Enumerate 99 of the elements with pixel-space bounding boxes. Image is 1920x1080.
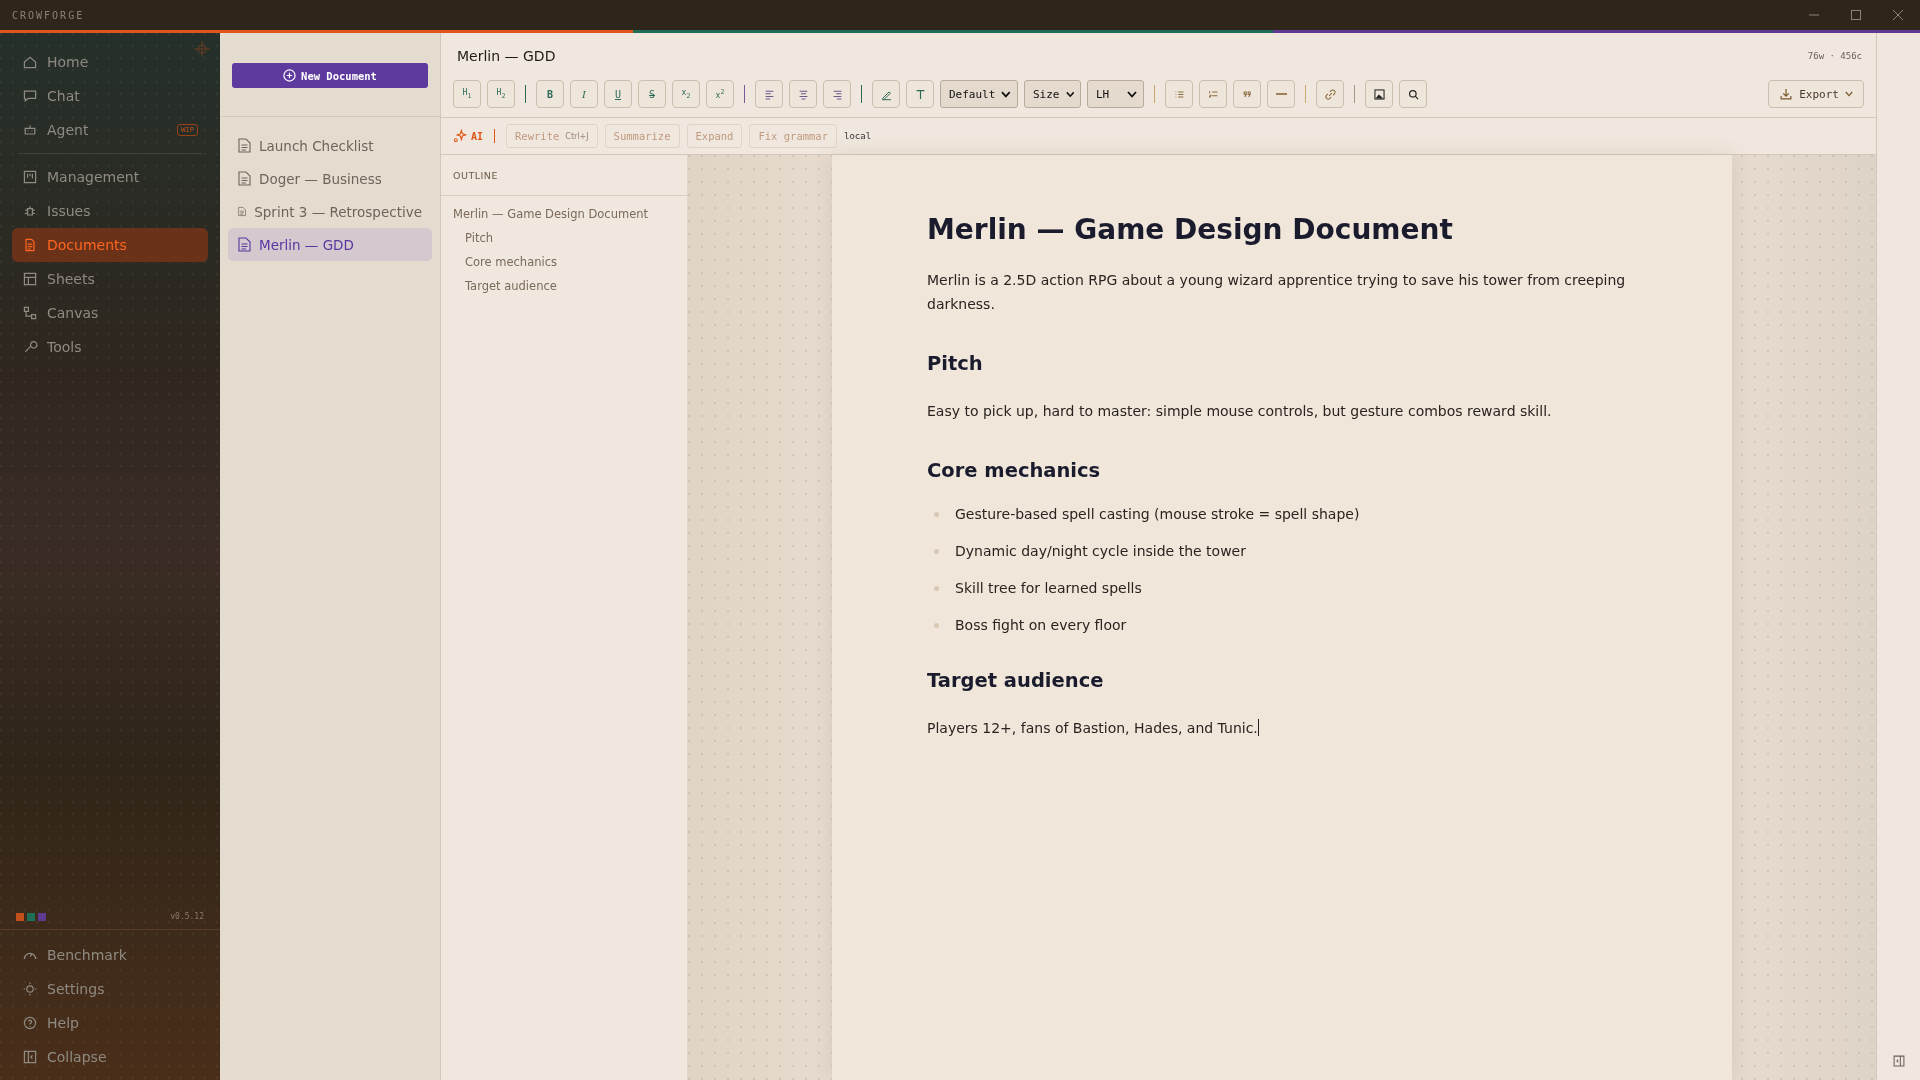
align-button[interactable] — [823, 80, 851, 108]
nav-item[interactable]: Benchmark — [12, 938, 208, 972]
outline-item[interactable]: Merlin — Game Design Document — [453, 202, 675, 226]
list-format-button[interactable] — [1233, 80, 1261, 108]
nav-icon — [22, 305, 38, 321]
nav-icon — [22, 88, 38, 104]
nav-icon — [22, 237, 38, 253]
nav-item[interactable]: Help — [12, 1006, 208, 1040]
superscript-button[interactable]: x$^{2}$ — [706, 80, 734, 108]
chevron-down-icon — [1127, 90, 1137, 98]
nav-item[interactable]: Home — [12, 45, 208, 79]
document-item[interactable]: Merlin — GDD — [228, 228, 432, 261]
section-heading: Core mechanics — [927, 459, 1102, 482]
paragraph: Easy to pick up, hard to master: simple mouse controls, but gesture combos reward skill. — [927, 402, 1553, 421]
dropdown[interactable]: LH — [1087, 80, 1144, 108]
document-item[interactable]: Doger — Business — [228, 162, 432, 195]
nav-icon — [22, 339, 38, 355]
ai-action-button[interactable]: Rewrite Ctrl+J — [506, 124, 598, 148]
highlight-button[interactable] — [872, 80, 900, 108]
ai-label: AI — [453, 129, 484, 143]
bullet-icon — [934, 585, 939, 591]
chevron-down-icon — [1001, 90, 1011, 98]
nav-icon — [22, 271, 38, 287]
close-icon[interactable] — [1892, 9, 1904, 21]
italic-button[interactable]: I — [570, 80, 598, 108]
outline-item[interactable]: Pitch — [453, 226, 675, 250]
link-icon — [1323, 87, 1337, 101]
search-button[interactable] — [1399, 80, 1427, 108]
nav-item[interactable]: Settings — [12, 972, 208, 1006]
nav-item[interactable]: Tools — [12, 330, 208, 364]
panel-toggle-icon[interactable] — [1891, 1054, 1906, 1068]
horizontal-line-icon — [1275, 93, 1287, 95]
list-item: Gesture-based spell casting (mouse stroke = spell shape) — [955, 506, 1360, 522]
strikethrough-button[interactable]: S — [638, 80, 666, 108]
nav-item[interactable]: Issues — [12, 194, 208, 228]
paragraph: Merlin is a 2.5D action RPG about a young wizard apprentice trying to save his tower from creeping darkness. — [927, 271, 1627, 314]
document-title: Merlin — GDD — [457, 48, 556, 64]
document-item[interactable]: Sprint 3 — Retrospective — [228, 195, 432, 228]
bullet-icon — [934, 511, 939, 517]
crosshair-icon — [194, 41, 210, 57]
sparkles-icon — [453, 129, 467, 143]
chevron-down-icon — [1845, 91, 1853, 97]
list-item: Dynamic day/night cycle inside the tower — [955, 543, 1246, 559]
subscript-button[interactable]: x$_{2}$ — [672, 80, 700, 108]
nav-icon — [22, 203, 38, 219]
heading-1-button[interactable]: H$_{1}$ — [453, 80, 481, 108]
image-icon — [1372, 87, 1386, 101]
ai-mode-label: local — [844, 131, 872, 141]
divider-button[interactable] — [1267, 80, 1295, 108]
app-title: CROWFORGE — [12, 9, 85, 21]
document-icon — [238, 138, 251, 153]
search-icon — [1406, 87, 1420, 101]
underline-button[interactable]: U — [604, 80, 632, 108]
document-icon — [238, 204, 247, 219]
document-item[interactable]: Launch Checklist — [228, 129, 432, 162]
nav-icon — [22, 169, 38, 185]
outline-heading: OUTLINE — [441, 155, 687, 196]
align-button[interactable] — [789, 80, 817, 108]
nav-item[interactable]: Management — [12, 160, 208, 194]
heading-2-button[interactable]: H$_{2}$ — [487, 80, 515, 108]
image-button[interactable] — [1365, 80, 1393, 108]
list-item: Skill tree for learned spells — [955, 580, 1142, 596]
nav-icon — [22, 1049, 38, 1065]
nav-icon — [22, 1015, 38, 1031]
document-icon — [238, 171, 251, 186]
outline-item[interactable]: Core mechanics — [453, 250, 675, 274]
list-format-button[interactable] — [1199, 80, 1227, 108]
section-heading: Pitch — [927, 352, 984, 375]
nav-icon — [22, 981, 38, 997]
bold-button[interactable]: B — [536, 80, 564, 108]
export-button[interactable]: Export — [1768, 80, 1864, 108]
outline-item[interactable]: Target audience — [453, 274, 675, 298]
download-icon — [1779, 87, 1794, 101]
new-document-button[interactable]: New Document — [232, 63, 428, 88]
chevron-down-icon — [1065, 90, 1074, 98]
section-heading: Target audience — [927, 669, 1105, 692]
plus-circle-icon — [283, 69, 297, 82]
dropdown[interactable]: Default — [940, 80, 1018, 108]
word-count: 76w · 456c — [1807, 51, 1862, 61]
list-format-button[interactable] — [1165, 80, 1193, 108]
bullet-icon — [934, 548, 939, 554]
text-style-button[interactable] — [906, 80, 934, 108]
nav-item[interactable]: Documents — [12, 228, 208, 262]
nav-icon — [22, 54, 38, 70]
bullet-icon — [934, 622, 939, 628]
version-label: v0.5.12 — [170, 912, 204, 921]
align-button[interactable] — [755, 80, 783, 108]
nav-item[interactable]: Chat — [12, 79, 208, 113]
dropdown[interactable]: Size — [1024, 80, 1081, 108]
nav-item[interactable]: Canvas — [12, 296, 208, 330]
maximize-icon[interactable] — [1850, 9, 1862, 21]
nav-item[interactable]: Collapse — [12, 1040, 208, 1074]
document-heading: Merlin — Game Design Document — [927, 213, 1454, 246]
paragraph: Players 12+, fans of Bastion, Hades, and Tunic. — [927, 718, 1260, 738]
nav-icon — [22, 122, 38, 138]
link-button[interactable] — [1316, 80, 1344, 108]
list-item: Boss fight on every floor — [955, 617, 1127, 633]
nav-item[interactable]: Sheets — [12, 262, 208, 296]
document-icon — [238, 237, 251, 252]
